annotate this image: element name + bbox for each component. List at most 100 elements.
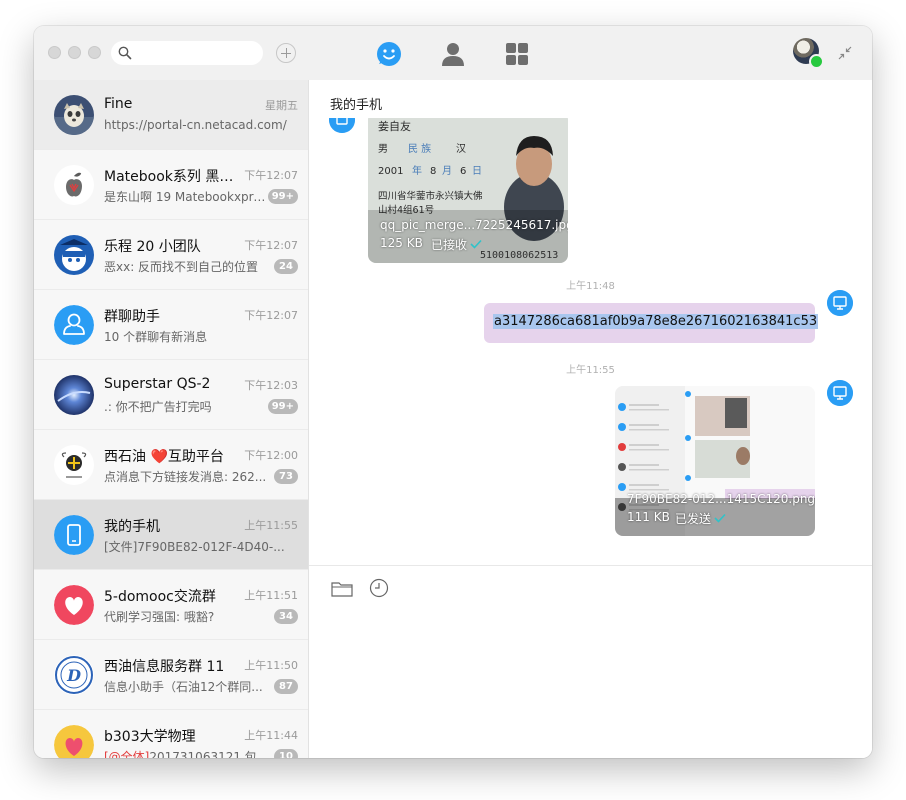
conversation-item[interactable]: 乐程 20 小团队 下午12:07 恶xx: 反而找不到自己的位置 24 xyxy=(34,220,308,290)
sent-image-message[interactable]: 7F90BE82-012...1415C120.png 111 KB 已发送 xyxy=(615,386,815,536)
close-window-button[interactable] xyxy=(48,46,61,59)
check-icon xyxy=(714,513,726,523)
messages-tab-icon[interactable] xyxy=(375,40,403,68)
conversation-item[interactable]: 群聊助手 下午12:07 10 个群聊有新消息 xyxy=(34,290,308,360)
image-filename: 7F90BE82-012...1415C120.png xyxy=(627,492,815,506)
conversation-item[interactable]: D 西油信息服务群 11 上午11:50 信息小助手（石油12个群同... 87 xyxy=(34,640,308,710)
conversation-item[interactable]: 西石油 ❤️互助平台 下午12:00 点消息下方链接发消息: 262... 73 xyxy=(34,430,308,500)
id-month: 8 xyxy=(430,166,436,177)
online-status-icon xyxy=(809,54,824,69)
conversation-item[interactable]: Matebook系列 黑苹果群 下午12:07 是东山啊 19 Matebook… xyxy=(34,150,308,220)
conversation-preview: 10 个群聊有新消息 xyxy=(104,330,208,344)
conversation-item[interactable]: 5-domooc交流群 上午11:51 代刷学习强国: 哦豁? 34 xyxy=(34,570,308,640)
avatar xyxy=(54,95,94,135)
id-sex: 男 xyxy=(378,143,388,155)
conversation-name: 我的手机 xyxy=(104,519,160,535)
my-device-icon xyxy=(54,515,94,555)
preview-text: 201731063121 包新... xyxy=(149,750,270,758)
conversation-item[interactable]: b303大学物理 上午11:44 [@全体]201731063121 包新...… xyxy=(34,710,308,758)
svg-text:D: D xyxy=(66,666,81,685)
conversation-time: 星期五 xyxy=(265,99,298,112)
conversation-item[interactable]: Fine 星期五 https://portal-cn.netacad.com/ xyxy=(34,80,308,150)
conversation-list[interactable]: Fine 星期五 https://portal-cn.netacad.com/ … xyxy=(34,80,309,758)
sender-device-icon xyxy=(329,118,355,133)
chat-pane: 我的手机 姜自友 男 民 族 汉 2001 年 8 月 6 日 四川省华蓥市永兴… xyxy=(309,80,872,758)
conversation-name: 5-domooc交流群 xyxy=(104,589,216,605)
id-ethnicity-label: 民 族 xyxy=(408,142,431,155)
group-assistant-icon xyxy=(54,305,94,345)
at-all-tag: [@全体] xyxy=(104,750,150,758)
conversation-time: 上午11:44 xyxy=(244,729,298,742)
conversation-name: b303大学物理 xyxy=(104,729,196,745)
unread-badge: 99+ xyxy=(267,399,298,414)
unread-badge: 34 xyxy=(274,609,298,624)
conversation-name: Superstar QS-2 xyxy=(104,376,211,392)
folder-icon[interactable] xyxy=(331,580,353,598)
image-filesize: 125 KB xyxy=(380,236,423,250)
search-box[interactable] xyxy=(111,41,263,65)
message-input[interactable] xyxy=(329,610,853,744)
conversation-preview: 代刷学习强国: 哦豁? xyxy=(104,610,215,624)
unread-badge: 87 xyxy=(274,679,298,694)
add-button[interactable] xyxy=(276,43,296,63)
message-list[interactable]: 姜自友 男 民 族 汉 2001 年 8 月 6 日 四川省华蓥市永兴镇大佛 山… xyxy=(309,118,872,566)
apps-tab-icon[interactable] xyxy=(503,40,531,68)
conversation-name: 乐程 20 小团队 xyxy=(104,239,201,255)
id-year: 2001 xyxy=(378,166,403,177)
conversation-item[interactable]: Superstar QS-2 下午12:03 .: 你不把广告打完吗 99+ xyxy=(34,360,308,430)
contacts-tab-icon[interactable] xyxy=(439,40,467,68)
conversation-time: 下午12:03 xyxy=(244,379,298,392)
conversation-time: 下午12:07 xyxy=(244,309,298,322)
message-composer xyxy=(309,565,872,758)
minimize-window-button[interactable] xyxy=(68,46,81,59)
unread-badge: 73 xyxy=(274,469,298,484)
conversation-time: 上午11:55 xyxy=(244,519,298,532)
avatar xyxy=(54,585,94,625)
conversation-time: 上午11:50 xyxy=(244,659,298,672)
avatar xyxy=(54,165,94,205)
id-month-unit: 月 xyxy=(442,165,452,177)
unread-badge: 10 xyxy=(274,749,298,758)
id-name: 姜自友 xyxy=(378,119,411,133)
id-year-unit: 年 xyxy=(412,164,422,177)
conversation-item-selected[interactable]: 我的手机 上午11:55 [文件]7F90BE82-012F-4D40-... xyxy=(34,500,308,570)
shrink-window-icon[interactable] xyxy=(838,46,852,60)
conversation-preview: 信息小助手（石油12个群同... xyxy=(104,680,263,694)
conversation-preview: 是东山啊 19 Matebookxpro不能... xyxy=(104,190,270,204)
sender-device-icon xyxy=(827,290,853,316)
sender-device-icon xyxy=(827,380,853,406)
conversation-preview: .: 你不把广告打完吗 xyxy=(104,400,212,414)
image-filesize: 111 KB xyxy=(627,510,670,524)
title-bar xyxy=(34,26,872,81)
conversation-time: 上午11:51 xyxy=(244,589,298,602)
id-ethnicity: 汉 xyxy=(456,143,466,155)
avatar xyxy=(54,725,94,758)
conversation-time: 下午12:00 xyxy=(244,449,298,462)
avatar xyxy=(54,375,94,415)
conversation-preview: 恶xx: 反而找不到自己的位置 xyxy=(104,260,259,274)
avatar xyxy=(54,235,94,275)
conversation-name: Matebook系列 黑苹果群 xyxy=(104,169,239,185)
id-day-unit: 日 xyxy=(472,166,482,177)
id-day: 6 xyxy=(460,166,466,177)
zoom-window-button[interactable] xyxy=(88,46,101,59)
image-filename: qq_pic_merge...7225245617.jpg xyxy=(380,218,568,232)
search-input[interactable] xyxy=(137,44,259,64)
conversation-time: 下午12:07 xyxy=(244,169,298,182)
chat-title: 我的手机 xyxy=(330,98,383,113)
conversation-preview: [@全体]201731063121 包新... xyxy=(104,748,270,758)
unread-badge: 99+ xyxy=(267,189,298,204)
conversation-name: Fine xyxy=(104,96,133,112)
id-address-line1: 四川省华蓥市永兴镇大佛 xyxy=(378,190,483,202)
conversation-preview: https://portal-cn.netacad.com/ xyxy=(104,118,287,132)
image-status: 已发送 xyxy=(675,512,712,526)
sent-text-message[interactable]: a3147286ca681af0b9a78e8e2671602163841c53 xyxy=(484,303,819,343)
avatar xyxy=(54,445,94,485)
image-status: 已接收 xyxy=(431,238,468,252)
qq-window: Fine 星期五 https://portal-cn.netacad.com/ … xyxy=(34,26,872,758)
search-icon xyxy=(118,46,132,60)
avatar: D xyxy=(54,655,94,695)
message-timestamp: 上午11:48 xyxy=(566,281,615,292)
history-clock-icon[interactable] xyxy=(369,578,389,598)
received-image-message[interactable]: 姜自友 男 民 族 汉 2001 年 8 月 6 日 四川省华蓥市永兴镇大佛 山… xyxy=(368,118,568,263)
